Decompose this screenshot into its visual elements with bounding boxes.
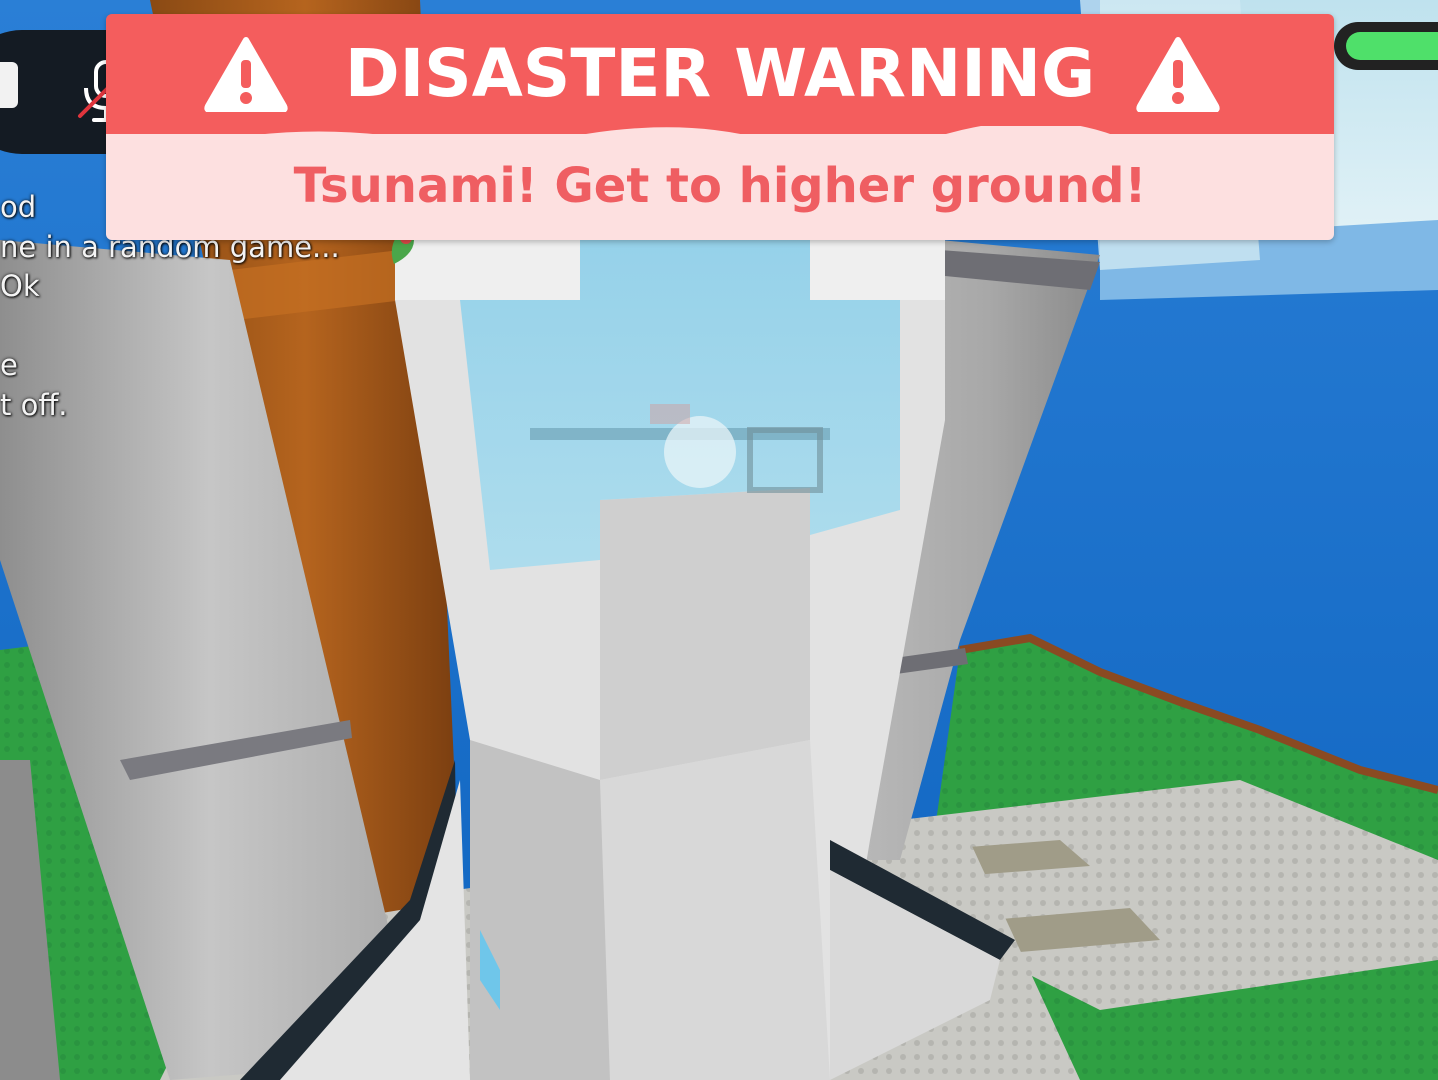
chat-line xyxy=(0,307,420,347)
health-bar xyxy=(1334,22,1438,70)
game-viewport[interactable]: od ne in a random game... Ok e t off. DI… xyxy=(0,0,1438,1080)
banner-message: Tsunami! Get to higher ground! xyxy=(293,158,1147,214)
chat-line-text: e xyxy=(0,348,18,382)
menu-button[interactable] xyxy=(0,62,18,108)
chat-line-text: Ok xyxy=(0,269,40,303)
chat-line-text: od xyxy=(0,190,37,224)
health-bar-fill xyxy=(1346,32,1438,60)
banner-divider xyxy=(106,126,1334,156)
warning-icon xyxy=(1136,37,1220,112)
chat-line: e xyxy=(0,346,420,386)
chat-line: Ok xyxy=(0,267,420,307)
chat-line-text: t off. xyxy=(0,387,68,422)
chat-line: t off. xyxy=(0,386,420,426)
disaster-warning-banner: DISASTER WARNING Tsunami! Get to higher … xyxy=(106,14,1334,240)
